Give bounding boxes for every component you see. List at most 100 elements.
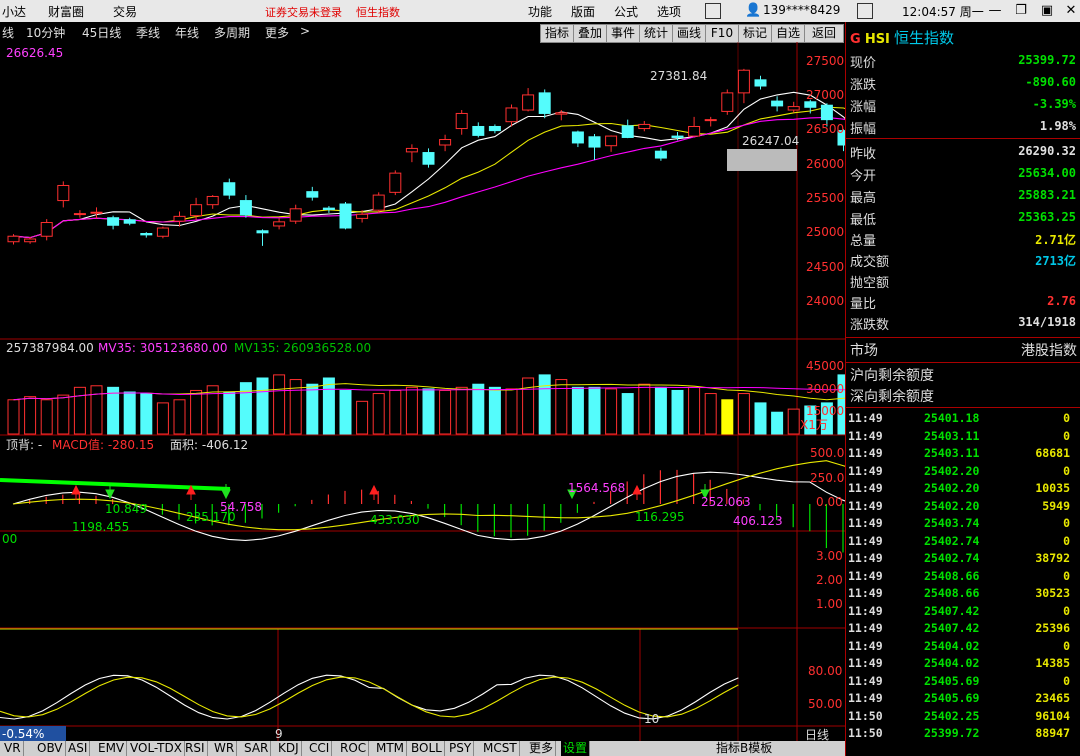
period-tab-more[interactable]: 更多 [265, 24, 289, 41]
indicator-tab[interactable]: KDJ [276, 741, 302, 756]
toolbar-mark-button[interactable]: 标记 [738, 24, 772, 43]
period-tab-10min[interactable]: 10分钟 [26, 24, 65, 41]
candle-body [239, 200, 252, 216]
toolbar-draw-button[interactable]: 画线 [672, 24, 706, 43]
candle-body [439, 139, 452, 146]
divider [846, 337, 1080, 338]
indicator-tab[interactable]: MCST [481, 741, 520, 756]
minimize-icon[interactable]: — [985, 2, 1005, 20]
group-badge: G [850, 32, 861, 47]
volume-label: 257387984.00 [6, 341, 94, 355]
ma-line [13, 106, 845, 239]
toolbar-watchlist-button[interactable]: 自选 [771, 24, 805, 43]
quote-row: 最高 25883.21 [850, 185, 1078, 206]
indicator-tab[interactable]: ASI [66, 741, 91, 756]
indicator-b-tab[interactable]: 指标B [716, 741, 748, 755]
indicator-tab[interactable]: PSY [447, 741, 475, 756]
toolbar-overlay-button[interactable]: 叠加 [573, 24, 607, 43]
user-icon[interactable]: 👤 [745, 3, 761, 18]
indicator-tab[interactable]: OBV [35, 741, 66, 756]
y-tick: 26000 [806, 157, 845, 171]
indicator-tab[interactable]: ROC [338, 741, 370, 756]
volume-bar [173, 399, 186, 435]
volume-bar [156, 402, 169, 435]
menu-item-trade[interactable]: 交易 [113, 3, 137, 20]
indicator-tab[interactable]: CCI [307, 741, 333, 756]
menu-item-layout[interactable]: 版面 [571, 3, 595, 20]
volume-bar [621, 393, 634, 435]
indicator-tab[interactable]: VOL-TDX [128, 741, 185, 756]
chart-area[interactable] [0, 42, 845, 741]
chevron-right-icon[interactable]: > [300, 24, 310, 38]
maximize-icon[interactable]: ▣ [1037, 2, 1057, 20]
quote-row-label: 最低 [850, 213, 877, 228]
indicator-tab[interactable]: 设置 [561, 741, 591, 756]
tick-price: 25403.11 [924, 428, 980, 443]
period-tab-year[interactable]: 年线 [175, 24, 199, 41]
tick-row: 11:49 25403.11 0 [848, 429, 1078, 446]
toolbar-stats-button[interactable]: 统计 [639, 24, 673, 43]
mail-icon[interactable] [857, 3, 873, 19]
close-icon[interactable]: ✕ [1061, 2, 1080, 20]
quote-row: 总量 2.71亿 [850, 228, 1078, 249]
tick-row: 11:49 25402.74 38792 [848, 551, 1078, 568]
menu-item-formula[interactable]: 公式 [614, 3, 638, 20]
quote-row-label: 涨幅 [850, 100, 877, 115]
tick-time: 11:50 [848, 708, 883, 723]
tick-price: 25402.74 [924, 551, 980, 565]
macd-value-label: MACD值: -280.15 [52, 438, 155, 452]
toolbar-event-button[interactable]: 事件 [606, 24, 640, 43]
quote-row: 涨幅 -3.39% [850, 94, 1078, 115]
market-value: 港股指数 [1021, 343, 1077, 359]
restore-icon[interactable]: ❐ [1011, 2, 1031, 20]
template-tab[interactable]: 模板 [748, 741, 772, 755]
macd-annotation: 252.063 [701, 495, 751, 509]
tick-time: 11:49 [848, 533, 883, 548]
login-notice[interactable]: 证券交易未登录 [265, 4, 342, 20]
period-tab-line[interactable]: 线 [2, 24, 14, 41]
volume-bar [7, 399, 20, 435]
indicator-tab[interactable]: 更多 [527, 741, 557, 756]
toolbar-indicator-button[interactable]: 指标 [540, 24, 574, 43]
grid-icon[interactable] [705, 3, 721, 19]
daily-line-tab[interactable]: 日线 [805, 726, 829, 743]
tick-time: 11:50 [848, 726, 883, 740]
candle-body [704, 119, 717, 122]
indicator-template-tab[interactable]: 指标B模板 [716, 741, 796, 756]
tick-row: 11:49 25402.20 5949 [848, 499, 1078, 516]
toolbar-f10-button[interactable]: F10 [705, 24, 739, 43]
period-tab-multi[interactable]: 多周期 [214, 24, 250, 41]
menu-item-options[interactable]: 选项 [657, 3, 681, 20]
tick-price: 25402.20 [924, 481, 980, 495]
account-name[interactable]: 139****8429 [763, 3, 840, 17]
menu-item-xiaoda[interactable]: 小达 [2, 3, 26, 20]
quote-row-label: 现价 [850, 56, 877, 71]
indicator-tab[interactable]: BOLL [409, 741, 445, 756]
tick-volume: 0 [1063, 411, 1070, 425]
candle-body [24, 238, 37, 243]
candle-body [7, 235, 20, 243]
tick-time: 11:49 [848, 551, 883, 565]
indicator-tab[interactable]: WR [212, 741, 238, 756]
tick-row: 11:49 25405.69 23465 [848, 691, 1078, 708]
menu-item-wealth[interactable]: 财富圈 [48, 3, 84, 20]
indicator-tab[interactable]: RSI [183, 741, 208, 756]
menu-item-function[interactable]: 功能 [528, 3, 552, 20]
tick-time: 11:49 [848, 603, 883, 618]
period-tab-season[interactable]: 季线 [136, 24, 160, 41]
tick-time: 11:49 [848, 621, 883, 635]
y-tick: 45000 [806, 359, 845, 373]
indicator-tab[interactable]: SAR [242, 741, 272, 756]
period-tab-45day[interactable]: 45日线 [82, 24, 121, 41]
candle-body [588, 136, 601, 148]
quote-row-value: 314/1918 [1018, 315, 1076, 329]
quote-row: 量比 2.76 [850, 291, 1078, 312]
toolbar-back-button[interactable]: 返回 [804, 24, 844, 43]
indicator-tab[interactable]: VR [2, 741, 24, 756]
candle-body [40, 222, 53, 237]
tick-volume: 0 [1063, 533, 1070, 548]
y-tick: 30000 [806, 382, 845, 396]
tick-price: 25402.20 [924, 498, 980, 513]
indicator-tab[interactable]: MTM [374, 741, 408, 756]
indicator-tab[interactable]: EMV [96, 741, 128, 756]
